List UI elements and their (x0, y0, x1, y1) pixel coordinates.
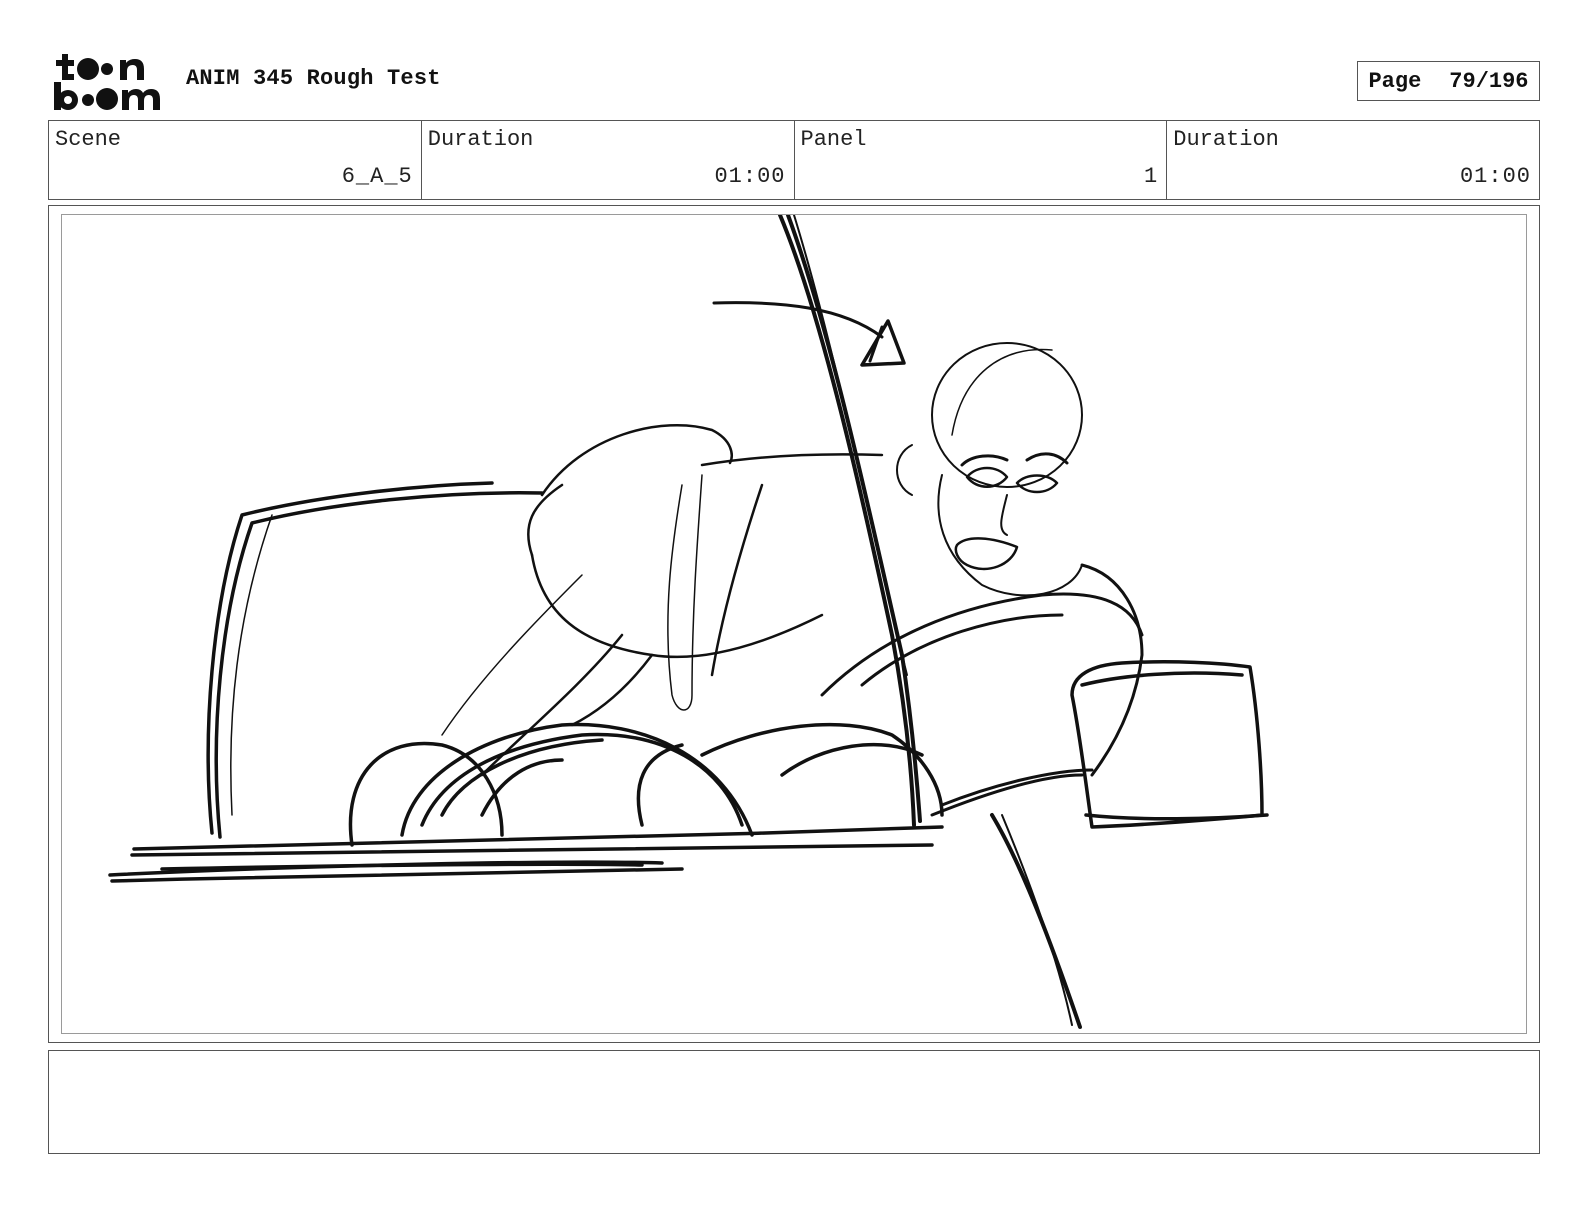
scene-cell: Scene 6_A_5 (49, 121, 422, 199)
panel-notes-box (48, 1050, 1540, 1154)
scene-label: Scene (55, 127, 122, 152)
scene-duration-value: 01:00 (714, 164, 786, 189)
toonboom-logo (52, 52, 164, 112)
scene-value: 6_A_5 (341, 164, 413, 189)
panel-duration-label: Duration (1173, 127, 1279, 152)
bench-back (206, 481, 544, 839)
panel-duration-cell: Duration 01:00 (1167, 121, 1539, 199)
floor-strokes (108, 825, 944, 883)
page-number: 79/196 (1449, 68, 1529, 94)
scene-duration-cell: Duration 01:00 (422, 121, 795, 199)
rough-sketch-drawing (108, 215, 1269, 1029)
motion-arrow (712, 301, 906, 367)
panel-cell: Panel 1 (795, 121, 1168, 199)
panel-label: Panel (800, 127, 867, 152)
scene-info-table: Scene 6_A_5 Duration 01:00 Panel 1 Durat… (48, 120, 1540, 200)
figure-arm-right (820, 563, 1144, 817)
figure-body (441, 423, 884, 777)
scene-duration-label: Duration (427, 127, 534, 152)
page-indicator: Page 79/196 (1357, 61, 1540, 101)
panel-duration-value: 01:00 (1459, 164, 1531, 189)
pole-strokes (778, 215, 1082, 1029)
toonboom-logo-graphic (54, 54, 160, 110)
storyboard-panel-frame (48, 205, 1540, 1043)
project-title: ANIM 345 Rough Test (186, 66, 441, 91)
storyboard-panel (61, 214, 1527, 1034)
panel-value: 1 (1144, 164, 1159, 189)
page-label: Page (1368, 68, 1422, 94)
right-box (1070, 660, 1269, 829)
figure-head (896, 342, 1083, 597)
figure-hands (348, 722, 944, 847)
